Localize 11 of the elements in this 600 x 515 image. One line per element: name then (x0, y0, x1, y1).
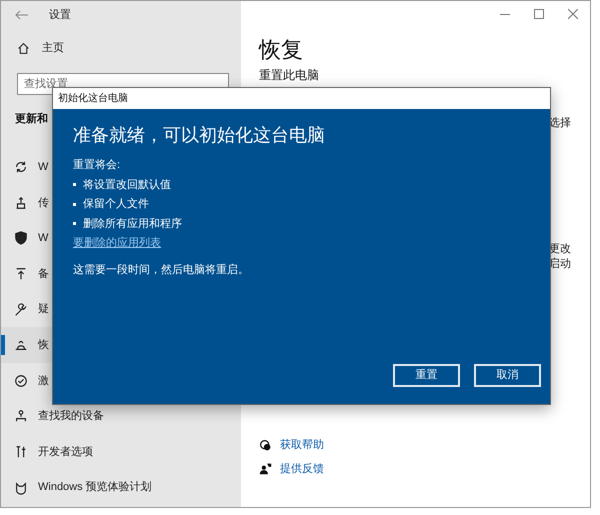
page-title: 恢复 (259, 39, 304, 61)
dialog-heading: 准备就绪，可以初始化这台电脑 (73, 124, 326, 147)
bullet-text: 保留个人文件 (83, 196, 149, 212)
note-text: 这需要一段时间，然后电脑将重启。 (73, 262, 250, 278)
window-title: 设置 (49, 8, 71, 23)
bullet-text: 将设置改回默认值 (83, 178, 171, 192)
text-fragment: 启动 (549, 256, 571, 272)
section-title: 重置此电脑 (259, 67, 320, 84)
intro-text: 重置将会: (73, 158, 122, 173)
section-heading: 更新和 (15, 112, 49, 127)
bullet-text: 删除所有应用和程序 (83, 216, 182, 232)
